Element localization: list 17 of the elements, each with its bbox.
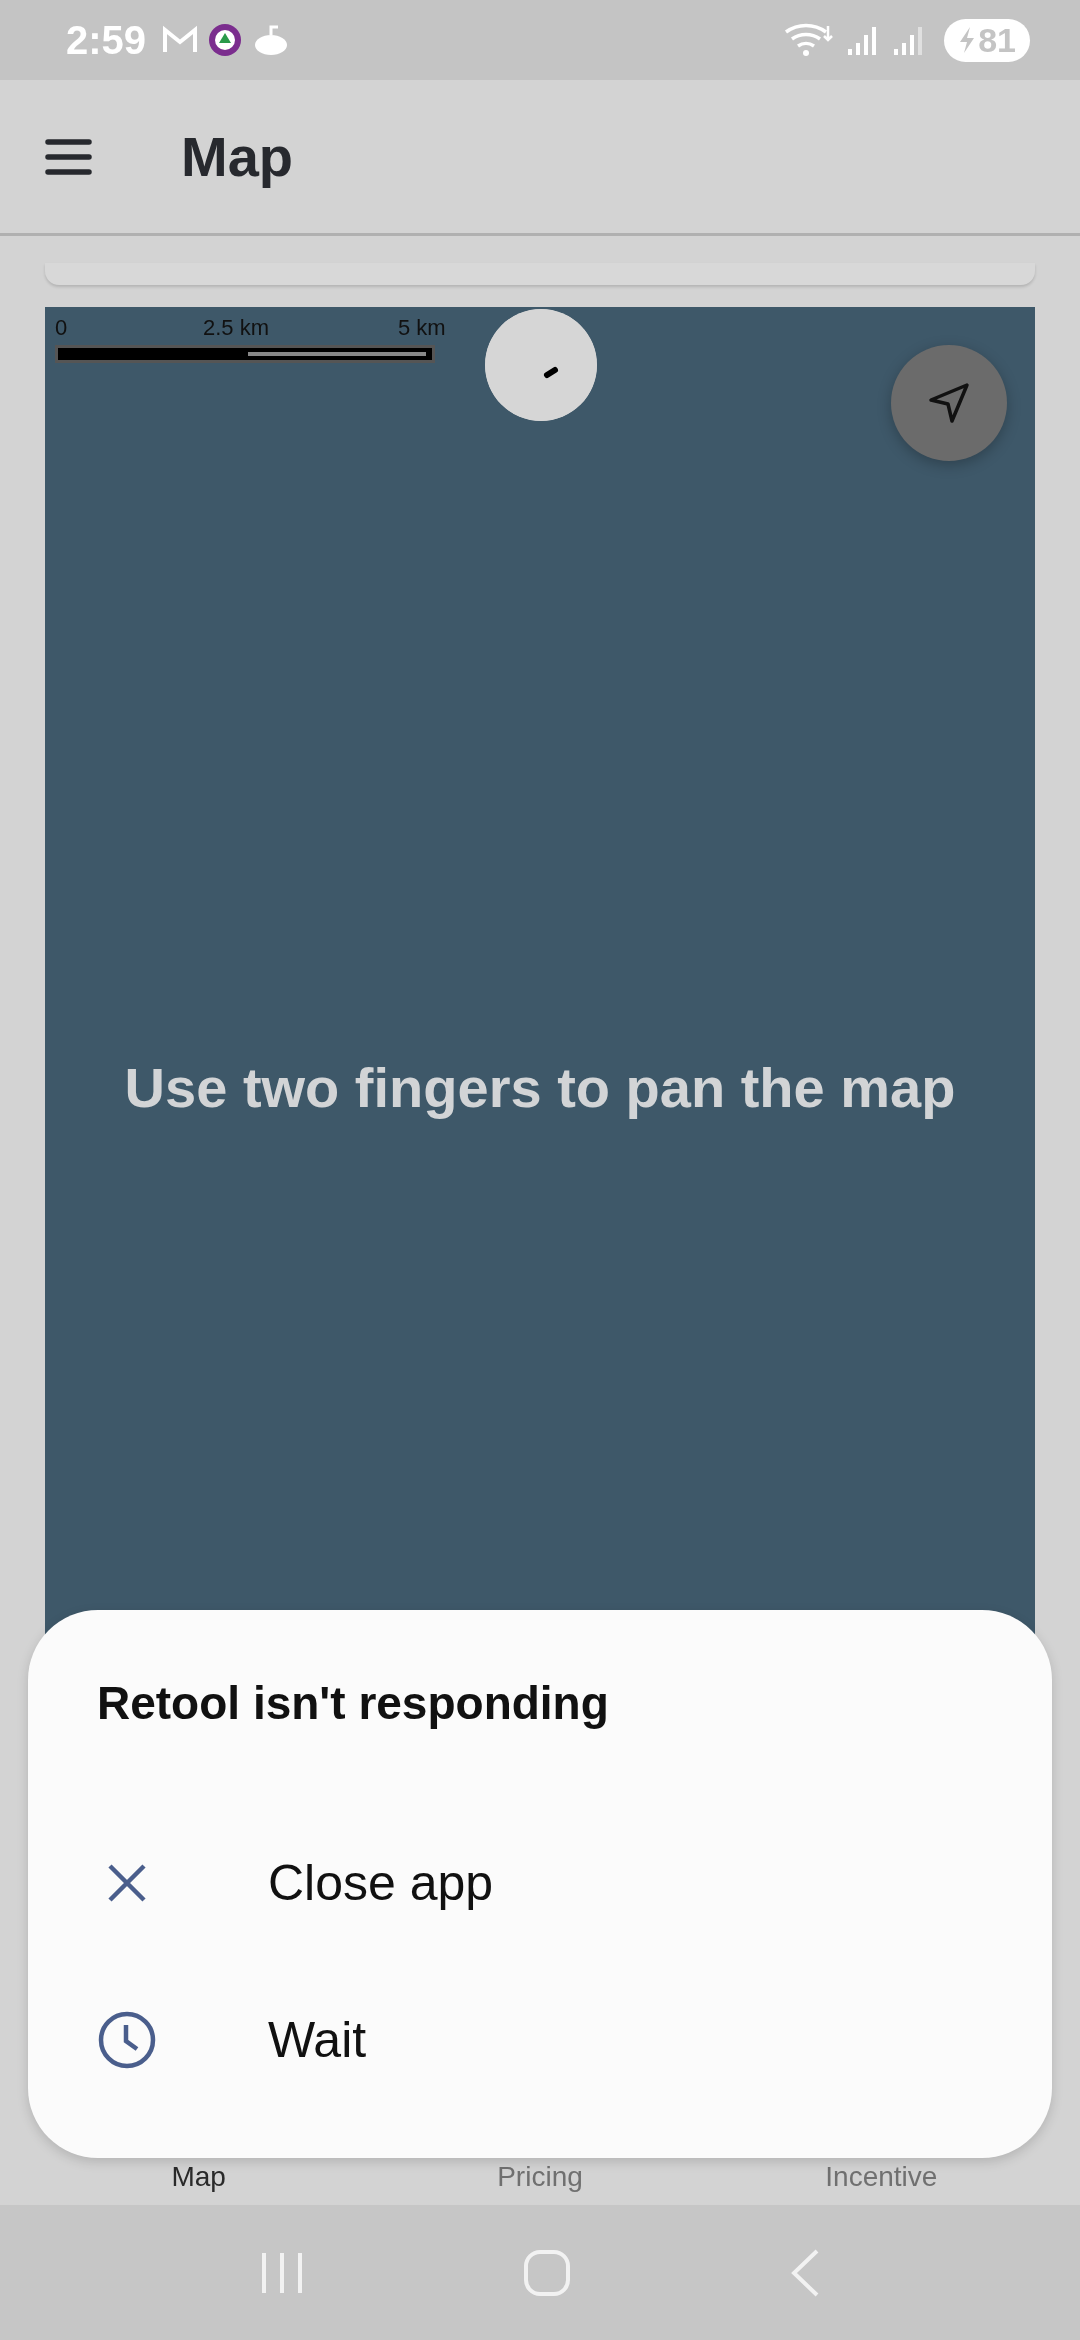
menu-icon[interactable]: [45, 136, 92, 177]
scale-label: 2.5 km: [203, 315, 270, 341]
nav-tab[interactable]: Map: [28, 2161, 370, 2193]
scale-label: 5 km: [398, 315, 446, 341]
scale-label: 0: [55, 315, 68, 341]
dialog-title: Retool isn't responding: [97, 1676, 610, 1730]
clock-time: 2:59: [66, 17, 147, 63]
mail-icon: [162, 25, 199, 55]
clock-icon: [98, 2010, 156, 2069]
home-icon[interactable]: [523, 2248, 571, 2297]
pan-hint-text: Use two fingers to pan the map: [124, 1054, 956, 1120]
close-icon: [107, 1862, 147, 1903]
navigation-arrow-icon: [927, 381, 971, 425]
back-icon[interactable]: [789, 2247, 821, 2298]
battery-indicator: 81: [944, 18, 1030, 62]
recycle-logo-icon: [208, 23, 243, 57]
page-title: Map: [181, 124, 293, 189]
